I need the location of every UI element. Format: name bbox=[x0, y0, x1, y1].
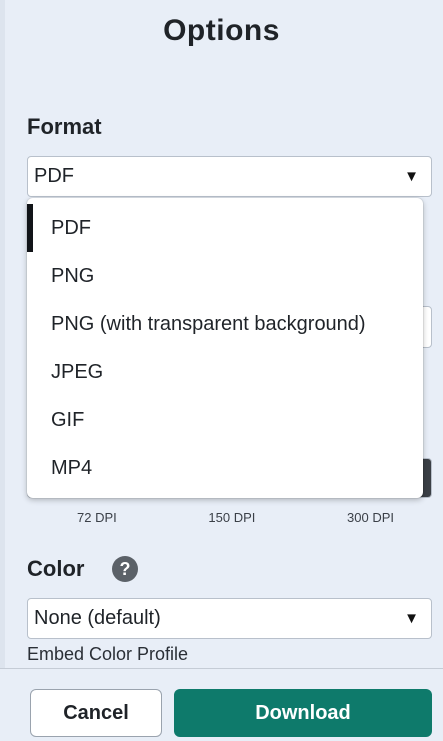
dpi-label-150: 150 DPI bbox=[208, 510, 256, 525]
format-select[interactable]: PDF ▼ bbox=[27, 156, 432, 197]
format-label: Format bbox=[27, 114, 102, 139]
cancel-button[interactable]: Cancel bbox=[30, 689, 162, 737]
color-select[interactable]: None (default) ▼ bbox=[27, 598, 432, 639]
format-option-mp4[interactable]: MP4 bbox=[27, 444, 423, 492]
panel-left-edge bbox=[0, 0, 5, 741]
chevron-down-icon: ▼ bbox=[404, 168, 419, 185]
dpi-label-300: 300 DPI bbox=[347, 510, 394, 525]
chevron-down-icon: ▼ bbox=[404, 610, 419, 627]
format-option-png-transparent[interactable]: PNG (with transparent background) bbox=[27, 300, 423, 348]
download-button[interactable]: Download bbox=[174, 689, 432, 737]
format-select-value: PDF bbox=[34, 165, 74, 187]
format-option-pdf[interactable]: PDF bbox=[27, 204, 423, 252]
color-label: Color bbox=[27, 556, 85, 581]
dpi-label-72: 72 DPI bbox=[77, 510, 117, 525]
format-option-gif[interactable]: GIF bbox=[27, 396, 423, 444]
embed-color-profile-label: Embed Color Profile bbox=[27, 644, 189, 664]
help-icon[interactable]: ? bbox=[112, 556, 138, 582]
format-option-jpeg[interactable]: JPEG bbox=[27, 348, 423, 396]
panel-title: Options bbox=[163, 14, 280, 47]
hidden-select-edge bbox=[422, 306, 432, 348]
format-option-png[interactable]: PNG bbox=[27, 252, 423, 300]
dpi-labels: 72 DPI 150 DPI 300 DPI bbox=[27, 510, 432, 525]
format-dropdown-menu: PDF PNG PNG (with transparent background… bbox=[27, 198, 423, 498]
color-select-value: None (default) bbox=[34, 607, 161, 629]
